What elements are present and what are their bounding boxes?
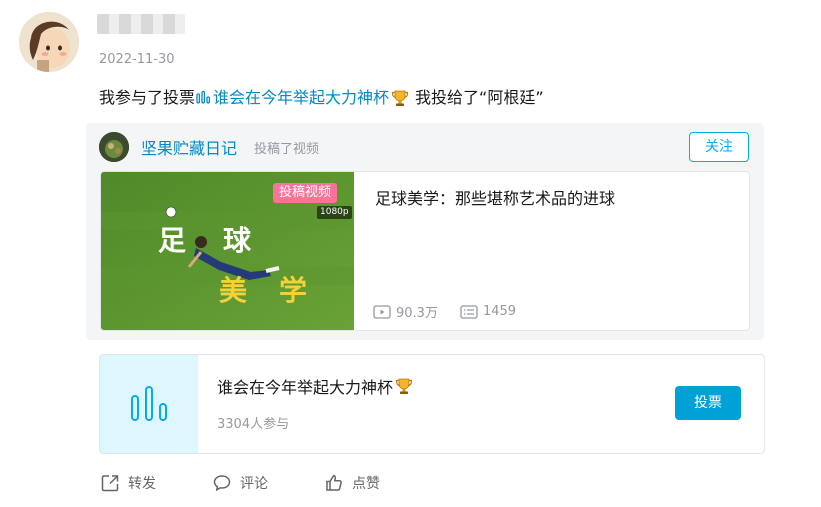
like-icon xyxy=(326,475,342,491)
like-label[interactable]: 点赞 xyxy=(352,473,380,493)
video-card[interactable]: 足 球 美 学 投稿视频 1080p 足球美学：那些堪称艺术品的进球 90.3万… xyxy=(100,171,750,331)
poll-bars-icon xyxy=(196,90,211,104)
upload-video-badge: 投稿视频 xyxy=(273,183,338,203)
comment-label[interactable]: 评论 xyxy=(240,473,268,493)
post-date[interactable]: 2022-11-30 xyxy=(99,52,175,67)
poll-title-text[interactable]: 谁会在今年举起大力神杯 xyxy=(217,374,393,398)
post-text-prefix: 我参与了投票 xyxy=(99,88,196,107)
uploader-action: 投稿了视频 xyxy=(254,142,320,157)
author-avatar[interactable] xyxy=(19,12,79,72)
comment-icon xyxy=(213,475,231,492)
thumb-text-2: 球 xyxy=(223,224,252,257)
shared-video-card: 坚果贮藏日记 投稿了视频 关注 足 球 美 学 投稿视频 1080p 足球美学：… xyxy=(86,123,764,340)
play-count-icon xyxy=(373,304,391,319)
poll-participant-count: 3304人参与 xyxy=(217,417,290,432)
post-text-suffix: 我投给了“阿根廷” xyxy=(415,88,544,107)
danmaku-icon xyxy=(460,304,478,319)
follow-button[interactable]: 关注 xyxy=(689,132,749,162)
trophy-icon xyxy=(391,90,409,106)
author-avatar-image xyxy=(19,12,79,72)
view-count: 90.3万 xyxy=(373,302,438,321)
uploader-avatar-image xyxy=(99,132,129,162)
ball-icon xyxy=(165,206,177,218)
danmaku-count: 1459 xyxy=(460,304,516,319)
video-title[interactable]: 足球美学：那些堪称艺术品的进球 xyxy=(375,185,615,209)
author-name[interactable] xyxy=(97,14,185,34)
like-button[interactable]: 点赞 xyxy=(324,473,380,493)
action-bar: 转发 评论 点赞 xyxy=(100,473,436,493)
thumb-text-4: 学 xyxy=(279,274,307,307)
danmaku-count-value: 1459 xyxy=(482,304,517,319)
forward-button[interactable]: 转发 xyxy=(100,473,156,493)
poll-icon-box xyxy=(100,355,198,453)
poll-bars-icon xyxy=(131,386,167,421)
poll-link-text[interactable]: 谁会在今年举起大力神杯 xyxy=(213,86,389,110)
uploader-name[interactable]: 坚果贮藏日记 xyxy=(141,135,237,159)
poll-title[interactable]: 谁会在今年举起大力神杯 xyxy=(217,374,419,398)
trophy-icon xyxy=(395,378,413,394)
uploader-avatar[interactable] xyxy=(99,132,129,162)
vote-button[interactable]: 投票 xyxy=(675,386,741,420)
poll-card[interactable]: 谁会在今年举起大力神杯 3304人参与 投票 xyxy=(99,354,765,454)
post-text: 我参与了投票 谁会在今年举起大力神杯 我投给了“阿根廷” xyxy=(99,86,544,110)
comment-button[interactable]: 评论 xyxy=(212,473,268,493)
view-count-value: 90.3万 xyxy=(396,306,438,321)
forward-icon xyxy=(101,475,119,492)
forward-label[interactable]: 转发 xyxy=(128,473,156,493)
thumb-text-3: 美 xyxy=(219,274,247,307)
video-stats: 90.3万 1459 xyxy=(373,302,538,321)
quality-badge: 1080p xyxy=(317,206,352,219)
poll-link[interactable]: 谁会在今年举起大力神杯 xyxy=(195,86,389,110)
thumb-text-1: 足 xyxy=(158,224,186,257)
